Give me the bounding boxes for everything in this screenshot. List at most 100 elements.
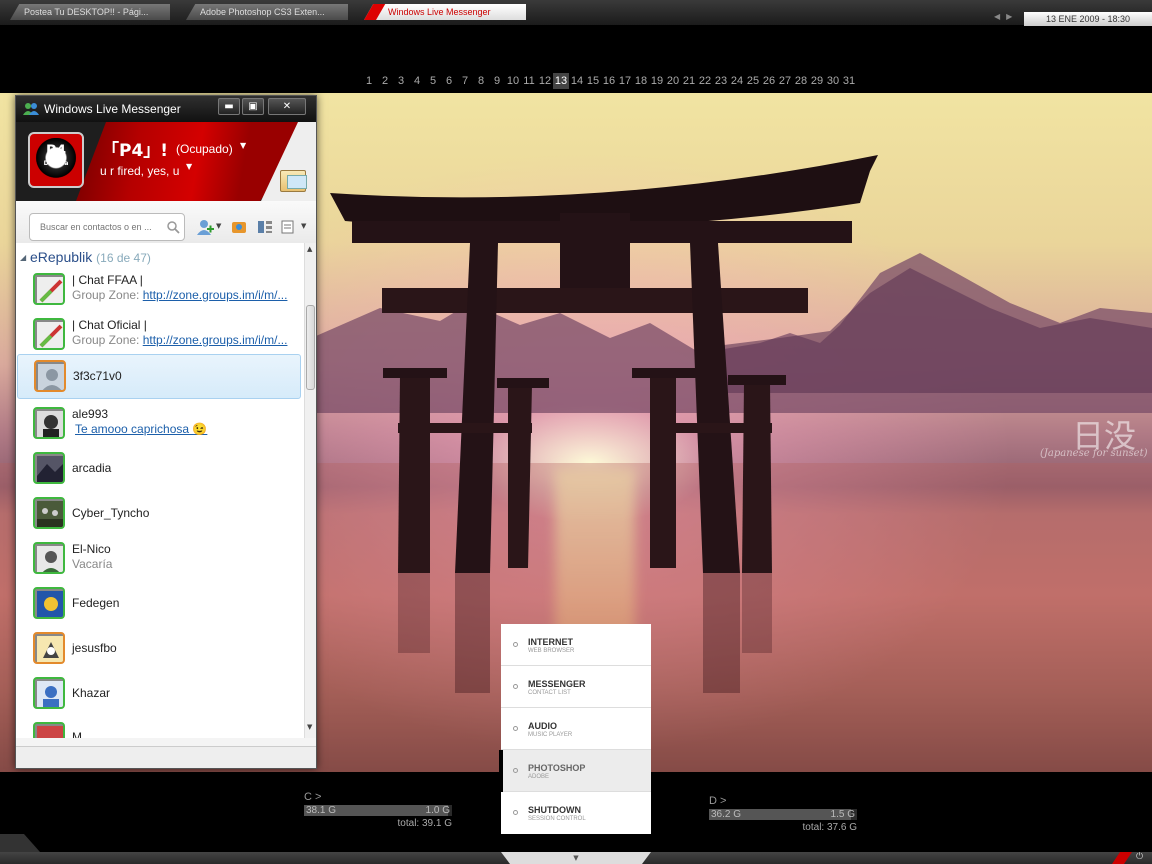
- menu-options-icon[interactable]: [280, 219, 298, 235]
- games-icon[interactable]: [230, 219, 248, 235]
- launcher-item-internet[interactable]: INTERNET WEB BROWSER: [501, 624, 651, 666]
- launcher-item-messenger[interactable]: MESSENGER CONTACT LIST: [501, 666, 651, 708]
- calendar-day[interactable]: 30: [825, 73, 841, 89]
- calendar-day[interactable]: 1: [361, 73, 377, 89]
- calendar-day[interactable]: 20: [665, 73, 681, 89]
- contact-avatar: [33, 587, 65, 619]
- profile-header: P4 DeZeTa 「P4」! (Ocupado) ▼ u r fired, y…: [16, 122, 316, 201]
- contact-personal-message: Group Zone: http://zone.groups.im/i/m/..…: [72, 288, 287, 302]
- calendar-day[interactable]: 27: [777, 73, 793, 89]
- status-selector[interactable]: (Ocupado): [176, 142, 233, 156]
- launcher-item-title: INTERNET: [528, 637, 573, 647]
- calendar-day[interactable]: 16: [601, 73, 617, 89]
- taskbar-tab-messenger[interactable]: Windows Live Messenger: [364, 4, 526, 20]
- contact-row[interactable]: Khazar: [16, 671, 304, 716]
- calendar-day[interactable]: 2: [377, 73, 393, 89]
- launcher-item-shutdown[interactable]: SHUTDOWN SESSION CONTROL: [501, 792, 651, 834]
- personal-message[interactable]: u r fired, yes, u: [100, 164, 179, 178]
- calendar-day[interactable]: 5: [425, 73, 441, 89]
- search-icon[interactable]: [166, 220, 180, 234]
- close-button[interactable]: ✕: [268, 98, 306, 115]
- contact-row[interactable]: jesusfbo: [16, 626, 304, 671]
- messenger-buddies-icon: [23, 103, 39, 115]
- calendar-day[interactable]: 18: [633, 73, 649, 89]
- calendar-day[interactable]: 15: [585, 73, 601, 89]
- calendar-day[interactable]: 13: [553, 73, 569, 89]
- group-header[interactable]: eRepublik (16 de 47): [30, 249, 151, 265]
- calendar-day[interactable]: 10: [505, 73, 521, 89]
- minimize-icon: ▬: [224, 101, 234, 112]
- contact-avatar: [33, 497, 65, 529]
- calendar-day[interactable]: 21: [681, 73, 697, 89]
- contact-name: El-Nico: [72, 542, 111, 556]
- contact-row[interactable]: Cyber_Tyncho: [16, 491, 304, 536]
- drive-total: total: 37.6 G: [802, 822, 857, 833]
- contact-avatar: [33, 722, 65, 738]
- contact-row[interactable]: | Chat FFAA | Group Zone: http://zone.gr…: [16, 267, 304, 312]
- chevron-down-icon[interactable]: ▼: [301, 222, 306, 230]
- launcher-item-photoshop[interactable]: PHOTOSHOP ADOBE: [499, 750, 651, 792]
- calendar-day[interactable]: 31: [841, 73, 857, 89]
- close-icon: ✕: [282, 101, 292, 112]
- calendar-day[interactable]: 12: [537, 73, 553, 89]
- calendar-day[interactable]: 7: [457, 73, 473, 89]
- contact-row[interactable]: Fedegen: [16, 581, 304, 626]
- contact-row[interactable]: ale993 Te amooo caprichosa 😉: [16, 401, 304, 446]
- collapse-group-icon[interactable]: ◢: [20, 253, 26, 262]
- launcher-toggle-button[interactable]: ▼: [501, 852, 651, 864]
- scroll-down-icon[interactable]: ▼: [307, 723, 312, 731]
- calendar-day[interactable]: 25: [745, 73, 761, 89]
- contact-list-scrollbar[interactable]: ▲ ▼: [304, 243, 316, 738]
- taskbar-tab-photoshop[interactable]: Adobe Photoshop CS3 Exten...: [186, 4, 348, 20]
- contact-row[interactable]: 3f3c71v0: [17, 354, 301, 399]
- mail-icon[interactable]: [280, 170, 307, 192]
- taskbar-tab-postea[interactable]: Postea Tu DESKTOP!! - Pági...: [10, 4, 170, 20]
- drive-label: D >: [709, 795, 727, 807]
- contact-name: Cyber_Tyncho: [72, 506, 150, 520]
- display-name[interactable]: 「P4」!: [102, 136, 168, 161]
- calendar-day[interactable]: 3: [393, 73, 409, 89]
- calendar-day[interactable]: 9: [489, 73, 505, 89]
- avatar[interactable]: P4 DeZeTa: [28, 132, 84, 188]
- taskbar-scroll-arrows[interactable]: ◀▶: [994, 12, 1018, 21]
- calendar-day[interactable]: 6: [441, 73, 457, 89]
- search-input[interactable]: [40, 220, 158, 234]
- calendar-day[interactable]: 11: [521, 73, 537, 89]
- calendar-day[interactable]: 24: [729, 73, 745, 89]
- contact-row[interactable]: M...: [16, 716, 304, 738]
- contact-row[interactable]: El-Nico Vacaría: [16, 536, 304, 581]
- chevron-down-icon[interactable]: ▼: [240, 141, 246, 150]
- contact-link[interactable]: http://zone.groups.im/i/m/...: [143, 333, 288, 347]
- calendar-day[interactable]: 19: [649, 73, 665, 89]
- window-titlebar[interactable]: Windows Live Messenger ▬ ▣ ✕: [16, 96, 316, 122]
- chevron-down-icon[interactable]: ▼: [216, 222, 221, 230]
- calendar-day[interactable]: 17: [617, 73, 633, 89]
- power-icon[interactable]: ⏻: [1136, 852, 1143, 862]
- maximize-button[interactable]: ▣: [242, 98, 264, 115]
- calendar-day[interactable]: 23: [713, 73, 729, 89]
- contact-row[interactable]: arcadia: [16, 446, 304, 491]
- calendar-day[interactable]: 8: [473, 73, 489, 89]
- calendar-day[interactable]: 14: [569, 73, 585, 89]
- add-contact-icon[interactable]: [196, 219, 214, 235]
- contact-personal-message: Vacaría: [72, 557, 113, 571]
- launcher-item-title: PHOTOSHOP: [528, 763, 586, 773]
- scrollbar-thumb[interactable]: [306, 305, 315, 390]
- launcher-item-title: MESSENGER: [528, 679, 586, 689]
- layout-icon[interactable]: [256, 219, 274, 235]
- calendar-day[interactable]: 4: [409, 73, 425, 89]
- launcher-item-audio[interactable]: AUDIO MUSIC PLAYER: [501, 708, 651, 750]
- group-name: eRepublik: [30, 249, 93, 265]
- calendar-day[interactable]: 26: [761, 73, 777, 89]
- calendar-day[interactable]: 28: [793, 73, 809, 89]
- contact-link[interactable]: http://zone.groups.im/i/m/...: [143, 288, 288, 302]
- calendar-day[interactable]: 29: [809, 73, 825, 89]
- calendar-day[interactable]: 22: [697, 73, 713, 89]
- contact-personal-message[interactable]: Te amooo caprichosa 😉: [75, 422, 207, 436]
- minimize-button[interactable]: ▬: [218, 98, 240, 115]
- launcher-item-subtitle: WEB BROWSER: [528, 648, 575, 654]
- chevron-down-icon[interactable]: ▼: [186, 162, 192, 171]
- launcher-item-subtitle: MUSIC PLAYER: [528, 732, 573, 738]
- scroll-up-icon[interactable]: ▲: [307, 245, 312, 253]
- contact-row[interactable]: | Chat Oficial | Group Zone: http://zone…: [16, 312, 304, 357]
